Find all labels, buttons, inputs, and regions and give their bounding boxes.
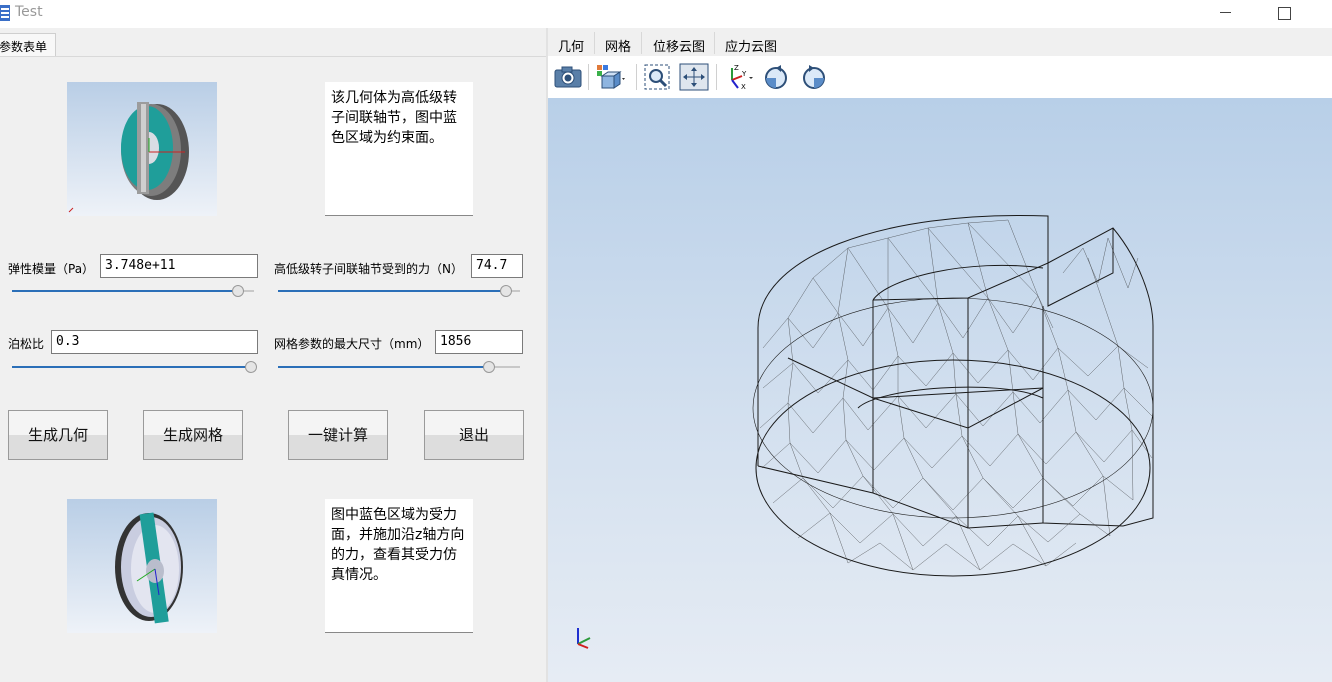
rotate-ccw-icon[interactable] xyxy=(798,62,830,92)
exit-button[interactable]: 退出 xyxy=(424,410,524,460)
tab-strip: 参数表单 xyxy=(0,32,546,57)
coupling-model-load xyxy=(115,512,183,624)
constraint-face-image xyxy=(67,82,217,216)
window-title: Test xyxy=(15,4,43,20)
zoom-box-icon[interactable] xyxy=(642,62,674,92)
menu-displacement[interactable]: 位移云图 xyxy=(653,36,705,55)
title-bar: Test xyxy=(0,0,1332,28)
force-slider[interactable] xyxy=(500,285,512,297)
modulus-label: 弹性模量（Pa） xyxy=(8,262,95,276)
mesh-size-label: 网格参数的最大尺寸（mm） xyxy=(274,337,430,351)
mesh-size-slider-fill xyxy=(278,366,489,368)
minimize-button[interactable] xyxy=(1206,2,1246,24)
menu-stress[interactable]: 应力云图 xyxy=(725,36,777,55)
menu-separator xyxy=(714,32,715,54)
axis-y-label: Y xyxy=(741,70,747,78)
constraint-description: 该几何体为高低级转子间联轴节，图中蓝色区域为约束面。 xyxy=(325,82,473,216)
menu-mesh[interactable]: 网格 xyxy=(605,36,631,55)
3d-viewport[interactable] xyxy=(548,98,1332,682)
poisson-slider[interactable] xyxy=(245,361,257,373)
load-face-image xyxy=(67,499,217,633)
axis-x-label: X xyxy=(741,83,746,91)
coupling-model-constraint xyxy=(68,102,189,213)
menu-separator xyxy=(594,32,595,54)
maximize-button[interactable] xyxy=(1264,2,1304,24)
axes-triad-icon xyxy=(577,628,591,649)
compute-button[interactable]: 一键计算 xyxy=(288,410,388,460)
modulus-slider[interactable] xyxy=(232,285,244,297)
generate-geometry-button[interactable]: 生成几何 xyxy=(8,410,108,460)
force-slider-fill xyxy=(278,290,506,292)
poisson-input[interactable]: 0.3 xyxy=(51,330,258,354)
view-cube-icon[interactable] xyxy=(594,62,626,92)
toolbar-separator xyxy=(716,64,717,90)
toolbar-separator xyxy=(636,64,637,90)
parameter-panel: 参数表单 该几何体为高低级转子间联轴节，图中蓝色区域为约束面。 弹性模量（Pa）… xyxy=(0,32,546,682)
axes-orientation-icon[interactable]: Z Y X xyxy=(722,62,754,92)
view-panel: 几何 网格 位移云图 应力云图 Z Y X xyxy=(548,28,1332,682)
mesh-size-slider[interactable] xyxy=(483,361,495,373)
toolbar-separator xyxy=(588,64,589,90)
modulus-slider-fill xyxy=(12,290,238,292)
tab-page: 该几何体为高低级转子间联轴节，图中蓝色区域为约束面。 弹性模量（Pa） 3.74… xyxy=(0,56,546,668)
poisson-slider-fill xyxy=(12,366,252,368)
modulus-input[interactable]: 3.748e+11 xyxy=(100,254,258,278)
rotate-cw-icon[interactable] xyxy=(760,62,792,92)
mesh-size-input[interactable]: 1856 xyxy=(435,330,523,354)
poisson-label: 泊松比 xyxy=(8,337,45,351)
generate-mesh-button[interactable]: 生成网格 xyxy=(143,410,243,460)
force-label: 高低级转子间联轴节受到的力（N） xyxy=(274,262,463,276)
tab-parameter-form[interactable]: 参数表单 xyxy=(0,33,57,57)
camera-icon[interactable] xyxy=(552,62,584,92)
load-description: 图中蓝色区域为受力面，并施加沿z轴方向的力，查看其受力仿真情况。 xyxy=(325,499,473,633)
app-icon xyxy=(0,5,10,21)
axis-z-label: Z xyxy=(734,64,739,72)
force-input[interactable]: 74.7 xyxy=(471,254,523,278)
menu-separator xyxy=(641,32,642,54)
view-toolbar: Z Y X xyxy=(548,56,1332,98)
mesh-wireframe xyxy=(752,215,1154,577)
view-menu-bar: 几何 网格 位移云图 应力云图 xyxy=(548,28,1332,56)
menu-geometry[interactable]: 几何 xyxy=(558,36,584,55)
fit-view-icon[interactable] xyxy=(678,62,710,92)
